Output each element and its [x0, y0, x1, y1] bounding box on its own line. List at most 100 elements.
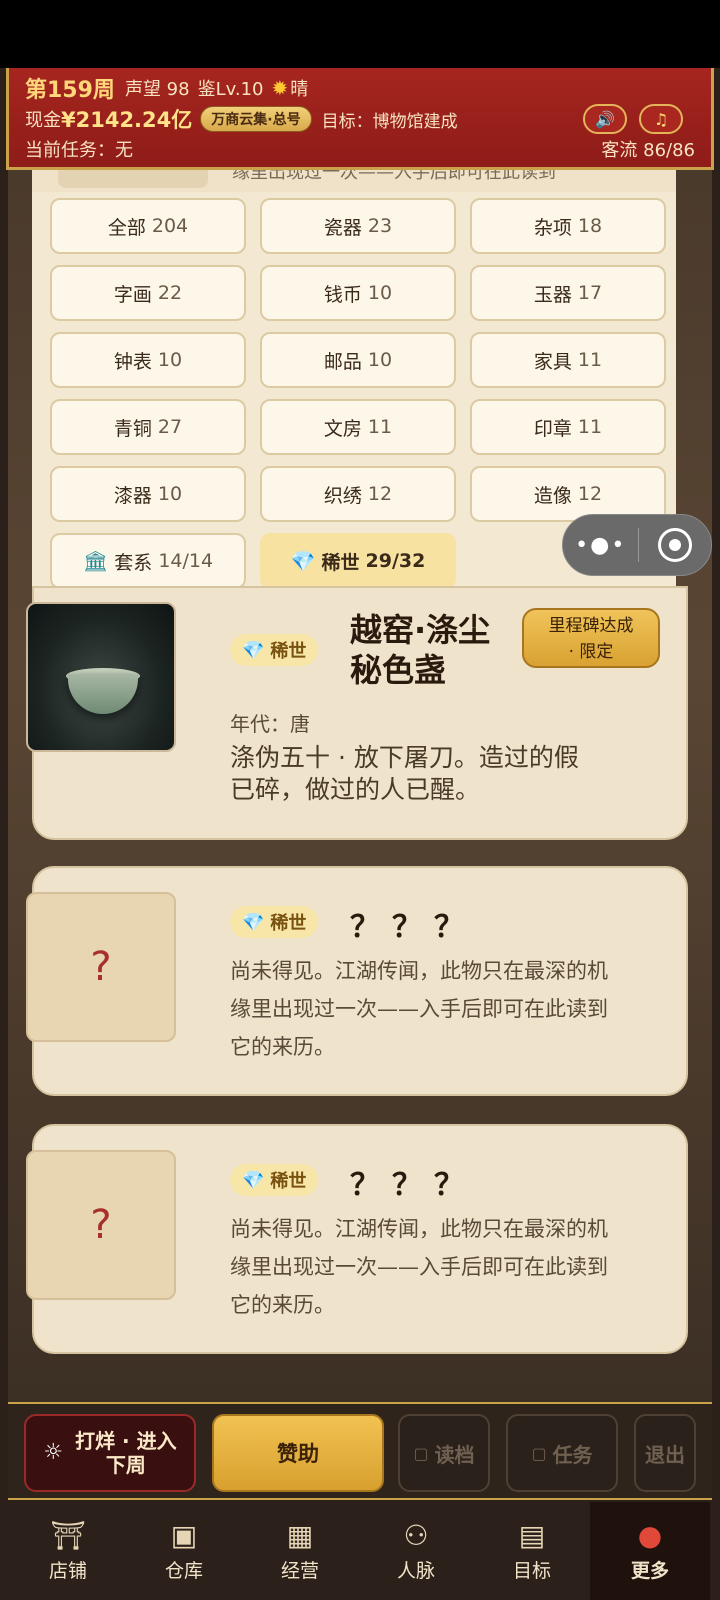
top-status-header: 第159周 声望 98 鉴Lv.10 ✹ 晴 现金 ¥2142.24亿 万商云集… [6, 68, 714, 170]
week-counter: 第159周 [25, 78, 115, 103]
more-icon: ● [637, 1519, 663, 1552]
filter-label: 文房 [323, 417, 362, 440]
filter-label: 字画 [113, 283, 152, 306]
filter-count: 10 [157, 349, 183, 371]
tab-more[interactable]: ● 更多 [590, 1502, 710, 1600]
filter-label: 造像 [533, 484, 572, 507]
filter-all[interactable]: 全部 204 [50, 198, 246, 254]
filter-count: 23 [367, 215, 393, 237]
item-description: 尚未得见。江湖传闻，此物只在最深的机 缘里出现过一次——入手后即可在此读到 它的… [230, 952, 608, 1066]
item-thumbnail[interactable] [26, 602, 176, 752]
more-dots-button[interactable]: •●• [563, 533, 638, 558]
music-button[interactable]: ♫ [639, 104, 683, 134]
desc-line1: 尚未得见。江湖传闻，此物只在最深的机 [230, 1217, 608, 1241]
goal-text: 目标：博物馆建成 [321, 111, 458, 132]
filter-calligraphy[interactable]: 字画 22 [50, 265, 246, 321]
rarity-label: 稀世 [270, 913, 307, 934]
tab-network[interactable]: ⚇ 人脉 [358, 1502, 474, 1600]
rarity-badge: 💎 稀世 [230, 906, 319, 938]
close-shop-next-week-button[interactable]: ☼ 打烊 · 进入 下周 [24, 1414, 196, 1492]
company-badge[interactable]: 万商云集·总号 [200, 106, 312, 132]
filter-count: 204 [151, 215, 189, 237]
exit-button[interactable]: 退出 [634, 1414, 696, 1492]
close-label-line1: 打烊 · 进入 [75, 1429, 177, 1453]
weather-label: 晴 [290, 79, 309, 100]
filter-furniture[interactable]: 家具 11 [470, 332, 666, 388]
rarity-label: 稀世 [270, 641, 307, 662]
milestone-line2: · 限定 [568, 642, 614, 662]
speaker-icon: 🔊 [595, 109, 615, 129]
diamond-icon: 💎 [242, 1169, 265, 1191]
rarity-badge: 💎 稀世 [230, 1164, 319, 1196]
close-target-button[interactable] [639, 528, 711, 562]
diamond-icon: 💎 [290, 549, 316, 573]
filter-count: 10 [157, 483, 183, 505]
filter-clocks[interactable]: 钟表 10 [50, 332, 246, 388]
desc-line2: 已碎，做过的人已醒。 [230, 775, 481, 804]
museum-icon: 🏛 [82, 549, 109, 573]
rarity-label: 稀世 [270, 1171, 307, 1192]
tab-label: 更多 [630, 1560, 669, 1582]
filter-label: 钱币 [323, 283, 362, 306]
load-save-button[interactable]: ▢ 读档 [398, 1414, 490, 1492]
filter-coins[interactable]: 钱币 10 [260, 265, 456, 321]
header-row-2: 现金 ¥2142.24亿 万商云集·总号 目标：博物馆建成 [25, 104, 458, 134]
unknown-title: ？？？ [350, 1168, 476, 1203]
tab-label: 店铺 [48, 1560, 87, 1582]
warehouse-icon: ▣ [170, 1519, 198, 1552]
task-button[interactable]: ▢ 任务 [506, 1414, 618, 1492]
tab-warehouse[interactable]: ▣ 仓库 [126, 1502, 242, 1600]
filter-count: 11 [367, 416, 393, 438]
tab-label: 人脉 [396, 1560, 435, 1582]
milestone-badge: 里程碑达成 · 限定 [522, 608, 660, 668]
tab-goals[interactable]: ▤ 目标 [474, 1502, 590, 1600]
filter-count: 22 [157, 282, 183, 304]
unknown-title: ？？？ [350, 910, 476, 945]
filter-count: 12 [367, 483, 393, 505]
folder-icon: ▢ [413, 1443, 429, 1463]
item-title-line1: 越窑·涤尘 [350, 611, 491, 649]
filter-lacquer[interactable]: 漆器 10 [50, 466, 246, 522]
peek-text: 缘里出现过一次——入手后即可在此读到 [232, 170, 556, 183]
filter-embroidery[interactable]: 织绣 12 [260, 466, 456, 522]
status-bar-area [0, 0, 720, 68]
filter-stamps[interactable]: 邮品 10 [260, 332, 456, 388]
sun-icon: ☼ [43, 1440, 64, 1465]
filter-count: 11 [577, 416, 603, 438]
filter-stationery[interactable]: 文房 11 [260, 399, 456, 455]
filter-label: 印章 [533, 417, 572, 440]
filter-label: 玉器 [533, 283, 572, 306]
filter-label: 青铜 [113, 417, 152, 440]
tab-label: 目标 [512, 1560, 551, 1582]
filter-count: 10 [367, 282, 393, 304]
appraisal-level: 鉴Lv.10 [197, 79, 264, 100]
header-row-1: 第159周 声望 98 鉴Lv.10 ✹ 晴 [25, 72, 316, 104]
scroll-icon: ▤ [518, 1519, 546, 1552]
locked-thumbnail: ? [26, 892, 176, 1042]
filter-count: 11 [577, 349, 603, 371]
customer-traffic: 客流 86/86 [601, 140, 695, 161]
filter-seals[interactable]: 印章 11 [470, 399, 666, 455]
filter-bronze[interactable]: 青铜 27 [50, 399, 246, 455]
filter-porcelain[interactable]: 瓷器 23 [260, 198, 456, 254]
tab-label: 仓库 [164, 1560, 203, 1582]
sound-button[interactable]: 🔊 [583, 104, 627, 134]
item-description: 涤伪五十 · 放下屠刀。造过的假 已碎，做过的人已醒。 [230, 742, 579, 806]
desc-line2: 缘里出现过一次——入手后即可在此读到 [230, 1255, 608, 1279]
desc-line2: 缘里出现过一次——入手后即可在此读到 [230, 997, 608, 1021]
tab-shop[interactable]: ⛩ 店铺 [10, 1502, 126, 1600]
support-button[interactable]: 赞助 [212, 1414, 384, 1492]
filter-jade[interactable]: 玉器 17 [470, 265, 666, 321]
item-era: 年代：唐 [230, 712, 310, 736]
filter-sets[interactable]: 🏛 套系 14/14 [50, 533, 246, 589]
filter-rare[interactable]: 💎 稀世 29/32 [260, 533, 456, 589]
filter-count: 14/14 [158, 550, 214, 572]
filter-misc[interactable]: 杂项 18 [470, 198, 666, 254]
filter-label: 杂项 [533, 216, 572, 239]
locked-thumbnail: ? [26, 1150, 176, 1300]
tab-business[interactable]: ▦ 经营 [242, 1502, 358, 1600]
music-note-icon: ♫ [653, 109, 669, 129]
filter-count: 29/32 [365, 550, 426, 572]
reputation: 声望 98 [124, 79, 190, 100]
item-title: 越窑·涤尘 秘色盏 [350, 610, 490, 690]
